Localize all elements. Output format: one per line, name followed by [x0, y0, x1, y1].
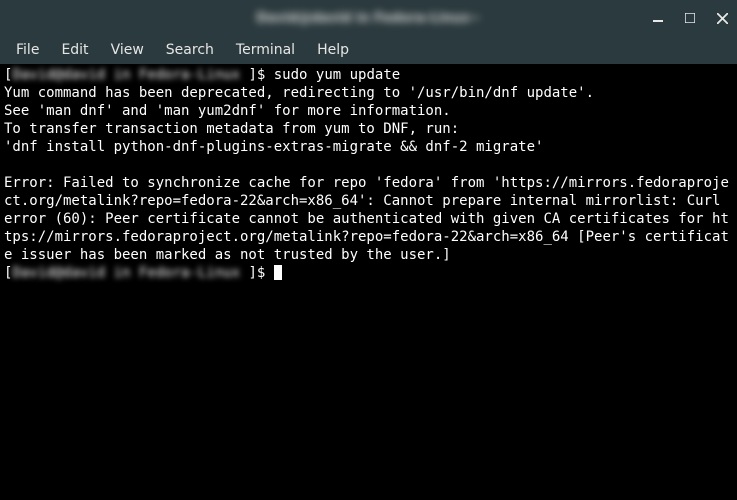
close-button[interactable] [715, 11, 729, 25]
menu-help[interactable]: Help [307, 39, 359, 61]
menu-edit[interactable]: Edit [51, 39, 98, 61]
cursor-icon [274, 265, 282, 280]
prompt-user-host: David@david in Fedora-Linux [12, 67, 248, 83]
command-text: sudo yum update [274, 67, 400, 83]
menu-file[interactable]: File [6, 39, 49, 61]
titlebar: David@david in Fedora-Linux~ [0, 0, 737, 36]
menu-view[interactable]: View [101, 39, 154, 61]
prompt-suffix: ]$ [248, 265, 273, 281]
terminal-output: Yum command has been deprecated, redirec… [4, 85, 729, 263]
menu-search[interactable]: Search [156, 39, 224, 61]
terminal-area[interactable]: [David@david in Fedora-Linux ]$ sudo yum… [0, 64, 737, 500]
menubar: File Edit View Search Terminal Help [0, 36, 737, 64]
maximize-button[interactable] [683, 11, 697, 25]
window-title: David@david in Fedora-Linux~ [256, 11, 480, 26]
window-controls [651, 0, 729, 36]
minimize-button[interactable] [651, 11, 665, 25]
prompt-user-host: David@david in Fedora-Linux [12, 265, 248, 281]
menu-terminal[interactable]: Terminal [226, 39, 305, 61]
prompt-suffix: ]$ [248, 67, 273, 83]
